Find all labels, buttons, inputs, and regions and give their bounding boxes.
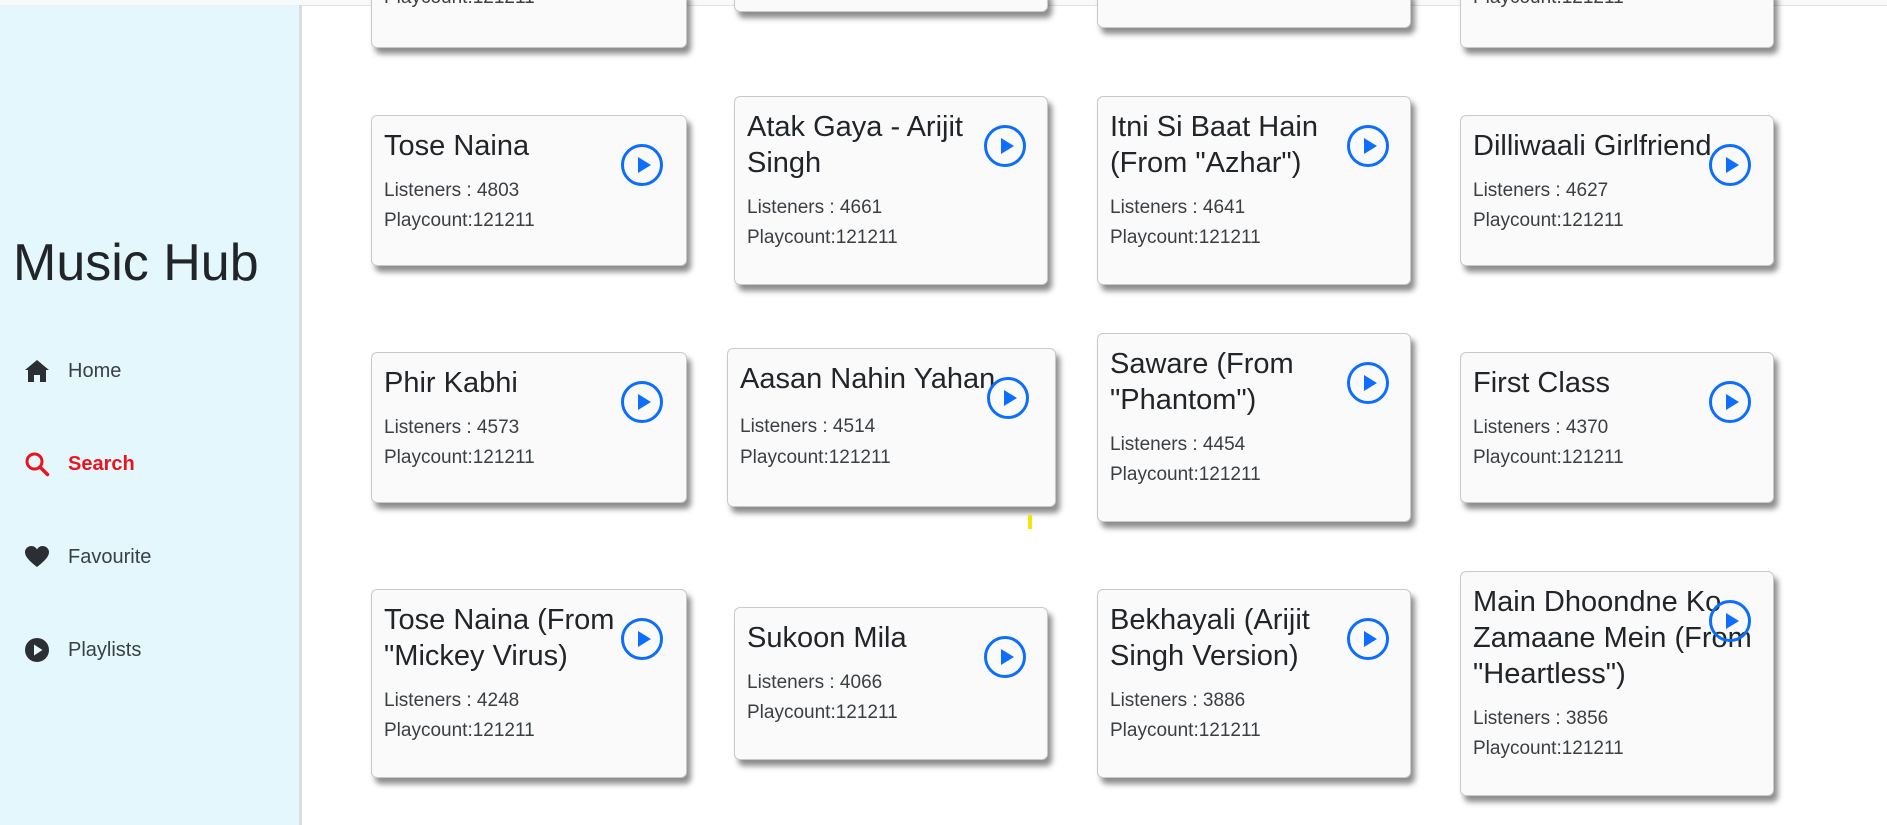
song-card[interactable]: Dilliwaali Girlfriend Listeners : 4627 P… (1460, 115, 1774, 266)
search-icon (22, 449, 52, 479)
song-listeners: Listeners : 3886 (1110, 690, 1246, 711)
play-button[interactable] (1347, 125, 1389, 167)
song-playcount: Playcount:121211 (1110, 227, 1261, 248)
nav-item-playlists[interactable]: Playlists (22, 635, 141, 665)
song-playcount: Playcount:121211 (1473, 738, 1624, 759)
song-card[interactable]: First Class Listeners : 4370 Playcount:1… (1460, 352, 1774, 503)
song-listeners: Listeners : 3856 (1473, 708, 1609, 729)
song-playcount: Playcount:121211 (384, 447, 535, 468)
song-card[interactable]: Playcount:121211 (371, 0, 687, 48)
song-playcount: Playcount:121211 (1110, 464, 1261, 485)
song-title: Saware (From "Phantom") (1110, 348, 1294, 416)
song-card[interactable] (734, 0, 1048, 12)
nav-item-search[interactable]: Search (22, 449, 135, 479)
song-card[interactable] (1097, 0, 1411, 28)
play-circle-icon (22, 635, 52, 665)
song-card[interactable]: Itni Si Baat Hain (From "Azhar") Listene… (1097, 96, 1411, 285)
nav-item-label: Playlists (68, 638, 142, 661)
song-playcount: Playcount:121211 (384, 0, 535, 13)
song-card[interactable]: Bekhayali (Arijit Singh Version) Listene… (1097, 589, 1411, 778)
play-button[interactable] (1347, 618, 1389, 660)
song-playcount: Playcount:121211 (747, 702, 898, 723)
nav-item-favourite[interactable]: Favourite (22, 542, 151, 572)
song-card[interactable]: Aasan Nahin Yahan Listeners : 4514 Playc… (727, 348, 1056, 507)
nav-item-home[interactable]: Home (22, 356, 121, 386)
song-card[interactable]: Sukoon Mila Listeners : 4066 Playcount:1… (734, 607, 1048, 760)
song-title: Tose Naina (From "Mickey Virus) (384, 604, 615, 672)
song-title: Main Dhoondne Ko Zamaane Mein (From "Hea… (1473, 586, 1752, 690)
song-listeners: Listeners : 4803 (384, 180, 520, 201)
heart-icon (22, 542, 52, 572)
play-button[interactable] (984, 636, 1026, 678)
song-playcount: Playcount:121211 (747, 227, 898, 248)
song-title: Itni Si Baat Hain (From "Azhar") (1110, 111, 1318, 179)
song-title: Atak Gaya - Arijit Singh (747, 111, 963, 179)
play-button[interactable] (984, 125, 1026, 167)
song-listeners: Listeners : 4573 (384, 417, 520, 438)
home-icon (22, 356, 52, 386)
song-listeners: Listeners : 4514 (740, 416, 876, 437)
nav-item-label: Search (68, 452, 135, 475)
song-playcount: Playcount:121211 (384, 720, 535, 741)
song-card[interactable]: Tose Naina (From "Mickey Virus) Listener… (371, 589, 687, 778)
song-listeners: Listeners : 4370 (1473, 417, 1609, 438)
song-card[interactable]: Saware (From "Phantom") Listeners : 4454… (1097, 333, 1411, 522)
song-playcount: Playcount:121211 (1110, 720, 1261, 741)
song-listeners: Listeners : 4454 (1110, 434, 1246, 455)
sidebar: Music Hub Home Search Favourite Playlist… (0, 5, 302, 825)
song-playcount: Playcount:121211 (740, 447, 891, 468)
song-card[interactable]: Atak Gaya - Arijit Singh Listeners : 466… (734, 96, 1048, 285)
app-title: Music Hub (13, 234, 259, 292)
play-button[interactable] (621, 381, 663, 423)
play-button[interactable] (621, 618, 663, 660)
song-listeners: Listeners : 4248 (384, 690, 520, 711)
song-card[interactable]: Tose Naina Listeners : 4803 Playcount:12… (371, 115, 687, 266)
nav-item-label: Favourite (68, 545, 152, 568)
song-playcount: Playcount:121211 (1473, 0, 1624, 13)
song-playcount: Playcount:121211 (384, 210, 535, 231)
song-card[interactable]: Main Dhoondne Ko Zamaane Mein (From "Hea… (1460, 571, 1774, 796)
song-card[interactable]: Playcount:121211 (1460, 0, 1774, 48)
song-playcount: Playcount:121211 (1473, 210, 1624, 231)
song-playcount: Playcount:121211 (1473, 447, 1624, 468)
play-button[interactable] (1709, 381, 1751, 423)
song-listeners: Listeners : 4627 (1473, 180, 1609, 201)
play-button[interactable] (1709, 600, 1751, 642)
song-title: Bekhayali (Arijit Singh Version) (1110, 604, 1310, 672)
song-listeners: Listeners : 4661 (747, 197, 883, 218)
play-button[interactable] (987, 377, 1029, 419)
song-card[interactable]: Phir Kabhi Listeners : 4573 Playcount:12… (371, 352, 687, 503)
cursor-marker (1028, 515, 1032, 529)
play-button[interactable] (1709, 144, 1751, 186)
song-listeners: Listeners : 4066 (747, 672, 883, 693)
play-button[interactable] (1347, 362, 1389, 404)
play-button[interactable] (621, 144, 663, 186)
nav-item-label: Home (68, 359, 122, 382)
song-listeners: Listeners : 4641 (1110, 197, 1246, 218)
